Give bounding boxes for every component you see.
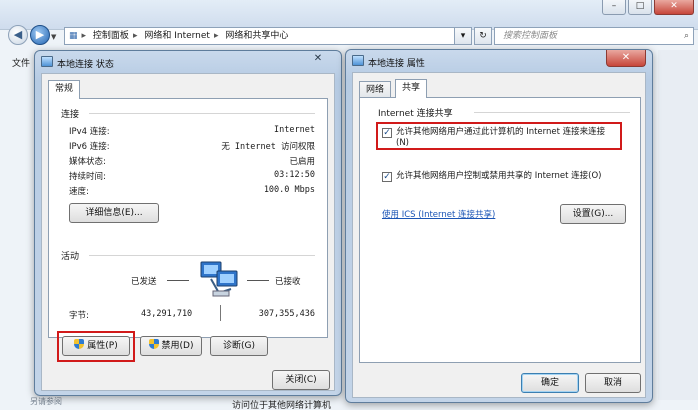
activity-section-label: 活动 [61,252,80,262]
status-dialog-title: 本地连接 状态 [57,60,114,70]
breadcrumb-network-sharing-center[interactable]: 网络和共享中心 [225,31,288,41]
address-dropdown-button[interactable]: ▾ [454,27,472,45]
settings-button[interactable]: 设置(G)... [560,204,626,224]
bytes-sent-value: 43,291,710 [141,309,193,319]
allow-control-label[interactable]: 允许其他网络用户控制或禁用共享的 Internet 连接(O) [396,171,618,182]
recent-pages-dropdown[interactable]: ▼ [51,33,56,41]
general-tab-panel: 连接 IPv4 连接: Internet IPv6 连接: 无 Internet… [48,98,328,338]
search-icon: ⌕ [683,31,689,41]
connection-properties-dialog: 本地连接 属性 ✕ 网络 共享 Internet 连接共享 ✓ 允许其他网络用户… [345,49,653,403]
ipv4-value: Internet [274,125,315,135]
status-dialog-close-icon[interactable]: ✕ [303,51,333,68]
forward-button[interactable]: ▶ [30,25,50,45]
menu-file[interactable]: 文件 [12,56,30,69]
explorer-content-right [658,50,698,400]
tab-general[interactable]: 常规 [48,80,81,99]
maximize-button[interactable]: □ [628,0,652,15]
breadcrumb-network-internet[interactable]: 网络和 Internet [144,31,210,41]
bottom-link-fragment[interactable]: 访问位于其他网络计算机 [232,398,331,410]
refresh-icon[interactable]: ↻ [474,27,492,45]
connection-status-dialog: 本地连接 状态 ✕ 常规 连接 IPv4 连接: Internet IPv6 连… [34,50,342,396]
ics-group-divider [474,112,630,113]
search-placeholder: 搜索控制面板 [503,31,558,41]
connection-divider [89,113,315,114]
properties-dialog-body: 网络 共享 Internet 连接共享 ✓ 允许其他网络用户通过此计算机的 In… [352,72,646,398]
media-state-label: 媒体状态: [69,157,106,167]
ipv6-label: IPv6 连接: [69,142,110,152]
duration-label: 持续时间: [69,172,106,182]
disable-button[interactable]: 禁用(D) [140,336,202,356]
received-label: 已接收 [275,277,301,287]
sent-label: 已发送 [131,277,157,287]
uac-shield-icon [148,339,159,349]
status-dialog-body: 常规 连接 IPv4 连接: Internet IPv6 连接: 无 Inter… [41,73,335,391]
search-input[interactable]: 搜索控制面板 ⌕ [494,27,694,45]
media-state-value: 已启用 [289,157,315,167]
ics-group-title: Internet 连接共享 [378,109,453,119]
close-button[interactable]: 关闭(C) [272,370,330,390]
properties-highlight-box [57,331,135,362]
tab-networking[interactable]: 网络 [359,81,392,98]
bytes-label: 字节: [69,311,89,321]
properties-dialog-close-icon[interactable]: ✕ [606,50,646,67]
disable-button-label: 禁用(D) [161,341,194,351]
speed-value: 100.0 Mbps [263,185,315,195]
cancel-button[interactable]: 取消 [585,373,641,393]
sharing-tab-panel: Internet 连接共享 ✓ 允许其他网络用户通过此计算机的 Internet… [359,97,641,363]
ics-help-link[interactable]: 使用 ICS (Internet 连接共享) [382,208,495,220]
activity-divider [89,255,315,256]
window-caption-buttons: – □ ✕ [602,0,694,15]
allow-connect-highlight-box [376,122,622,150]
control-panel-icon: ▦ [69,31,78,41]
address-bar[interactable]: ▦ ▸ 控制面板 ▸ 网络和 Internet ▸ 网络和共享中心 [64,27,470,45]
breadcrumb-control-panel[interactable]: 控制面板 [93,31,129,41]
bytes-received-value: 307,355,436 [258,309,315,319]
see-also-fragment: 另请参阅 [30,397,62,406]
network-icon [352,55,364,66]
ipv4-label: IPv4 连接: [69,127,110,137]
tab-sharing[interactable]: 共享 [395,79,428,98]
received-line [247,280,269,281]
ok-button[interactable]: 确定 [521,373,579,393]
bytes-separator [220,305,221,321]
explorer-titlebar [0,0,698,30]
properties-dialog-title: 本地连接 属性 [368,59,425,69]
details-button[interactable]: 详细信息(E)... [69,203,159,223]
speed-label: 速度: [69,187,89,197]
connection-section-label: 连接 [61,110,80,120]
diagnose-button[interactable]: 诊断(G) [210,336,268,356]
back-button[interactable]: ◀ [8,25,28,45]
network-activity-icon [200,261,238,297]
sent-line [167,280,189,281]
minimize-button[interactable]: – [602,0,626,15]
network-icon [41,56,53,67]
close-window-button[interactable]: ✕ [654,0,694,15]
ipv6-value: 无 Internet 访问权限 [221,142,315,152]
allow-control-checkbox[interactable]: ✓ [382,172,392,182]
duration-value: 03:12:50 [274,170,315,180]
